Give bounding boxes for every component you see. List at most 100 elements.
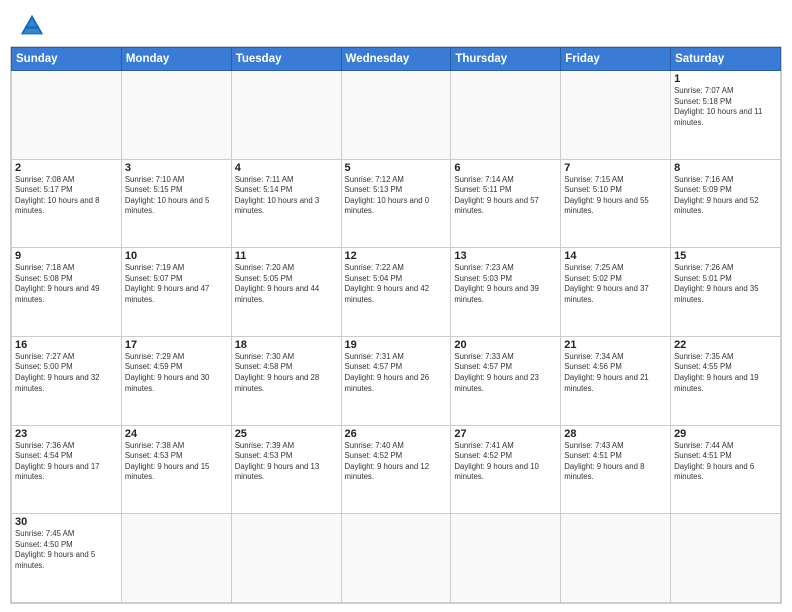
calendar-cell: 18Sunrise: 7:30 AM Sunset: 4:58 PM Dayli… [231,336,341,425]
day-info: Sunrise: 7:41 AM Sunset: 4:52 PM Dayligh… [454,441,557,483]
day-info: Sunrise: 7:10 AM Sunset: 5:15 PM Dayligh… [125,175,228,217]
calendar-cell [231,514,341,603]
day-number: 6 [454,162,557,174]
calendar-cell [12,71,122,160]
day-number: 28 [564,428,667,440]
calendar-cell: 11Sunrise: 7:20 AM Sunset: 5:05 PM Dayli… [231,248,341,337]
day-info: Sunrise: 7:11 AM Sunset: 5:14 PM Dayligh… [235,175,338,217]
day-number: 22 [674,339,777,351]
day-info: Sunrise: 7:12 AM Sunset: 5:13 PM Dayligh… [345,175,448,217]
day-number: 25 [235,428,338,440]
day-info: Sunrise: 7:29 AM Sunset: 4:59 PM Dayligh… [125,352,228,394]
day-number: 20 [454,339,557,351]
day-number: 24 [125,428,228,440]
day-info: Sunrise: 7:30 AM Sunset: 4:58 PM Dayligh… [235,352,338,394]
calendar-cell [231,71,341,160]
calendar-cell: 16Sunrise: 7:27 AM Sunset: 5:00 PM Dayli… [12,336,122,425]
day-number: 29 [674,428,777,440]
day-info: Sunrise: 7:43 AM Sunset: 4:51 PM Dayligh… [564,441,667,483]
day-number: 19 [345,339,448,351]
day-info: Sunrise: 7:45 AM Sunset: 4:50 PM Dayligh… [15,529,118,571]
day-number: 16 [15,339,118,351]
calendar-cell [561,514,671,603]
calendar-cell [121,71,231,160]
col-sunday: Sunday [12,48,122,71]
day-number: 3 [125,162,228,174]
col-tuesday: Tuesday [231,48,341,71]
day-info: Sunrise: 7:40 AM Sunset: 4:52 PM Dayligh… [345,441,448,483]
calendar-cell [561,71,671,160]
day-number: 17 [125,339,228,351]
day-number: 1 [674,73,777,85]
calendar-cell [451,71,561,160]
calendar-cell: 21Sunrise: 7:34 AM Sunset: 4:56 PM Dayli… [561,336,671,425]
week-row: 16Sunrise: 7:27 AM Sunset: 5:00 PM Dayli… [12,336,781,425]
col-thursday: Thursday [451,48,561,71]
day-number: 30 [15,516,118,528]
calendar-cell: 6Sunrise: 7:14 AM Sunset: 5:11 PM Daylig… [451,159,561,248]
calendar-cell: 15Sunrise: 7:26 AM Sunset: 5:01 PM Dayli… [671,248,781,337]
day-info: Sunrise: 7:26 AM Sunset: 5:01 PM Dayligh… [674,263,777,305]
calendar-cell: 26Sunrise: 7:40 AM Sunset: 4:52 PM Dayli… [341,425,451,514]
calendar-cell [341,71,451,160]
day-number: 14 [564,250,667,262]
day-info: Sunrise: 7:20 AM Sunset: 5:05 PM Dayligh… [235,263,338,305]
day-number: 9 [15,250,118,262]
col-wednesday: Wednesday [341,48,451,71]
day-info: Sunrise: 7:38 AM Sunset: 4:53 PM Dayligh… [125,441,228,483]
day-info: Sunrise: 7:22 AM Sunset: 5:04 PM Dayligh… [345,263,448,305]
day-info: Sunrise: 7:31 AM Sunset: 4:57 PM Dayligh… [345,352,448,394]
logo-icon [18,12,46,40]
calendar-cell: 28Sunrise: 7:43 AM Sunset: 4:51 PM Dayli… [561,425,671,514]
calendar-cell: 14Sunrise: 7:25 AM Sunset: 5:02 PM Dayli… [561,248,671,337]
day-info: Sunrise: 7:34 AM Sunset: 4:56 PM Dayligh… [564,352,667,394]
day-number: 21 [564,339,667,351]
week-row: 1Sunrise: 7:07 AM Sunset: 5:18 PM Daylig… [12,71,781,160]
day-info: Sunrise: 7:23 AM Sunset: 5:03 PM Dayligh… [454,263,557,305]
calendar: Sunday Monday Tuesday Wednesday Thursday… [10,46,782,604]
day-number: 26 [345,428,448,440]
day-info: Sunrise: 7:14 AM Sunset: 5:11 PM Dayligh… [454,175,557,217]
calendar-cell: 19Sunrise: 7:31 AM Sunset: 4:57 PM Dayli… [341,336,451,425]
calendar-cell: 23Sunrise: 7:36 AM Sunset: 4:54 PM Dayli… [12,425,122,514]
calendar-cell: 8Sunrise: 7:16 AM Sunset: 5:09 PM Daylig… [671,159,781,248]
day-number: 12 [345,250,448,262]
day-info: Sunrise: 7:44 AM Sunset: 4:51 PM Dayligh… [674,441,777,483]
day-number: 15 [674,250,777,262]
day-info: Sunrise: 7:08 AM Sunset: 5:17 PM Dayligh… [15,175,118,217]
col-friday: Friday [561,48,671,71]
calendar-cell: 5Sunrise: 7:12 AM Sunset: 5:13 PM Daylig… [341,159,451,248]
calendar-cell: 22Sunrise: 7:35 AM Sunset: 4:55 PM Dayli… [671,336,781,425]
calendar-cell: 1Sunrise: 7:07 AM Sunset: 5:18 PM Daylig… [671,71,781,160]
calendar-cell [341,514,451,603]
week-row: 30Sunrise: 7:45 AM Sunset: 4:50 PM Dayli… [12,514,781,603]
calendar-cell: 24Sunrise: 7:38 AM Sunset: 4:53 PM Dayli… [121,425,231,514]
calendar-cell: 25Sunrise: 7:39 AM Sunset: 4:53 PM Dayli… [231,425,341,514]
day-number: 23 [15,428,118,440]
day-info: Sunrise: 7:25 AM Sunset: 5:02 PM Dayligh… [564,263,667,305]
day-info: Sunrise: 7:18 AM Sunset: 5:08 PM Dayligh… [15,263,118,305]
day-info: Sunrise: 7:39 AM Sunset: 4:53 PM Dayligh… [235,441,338,483]
day-number: 2 [15,162,118,174]
day-info: Sunrise: 7:35 AM Sunset: 4:55 PM Dayligh… [674,352,777,394]
calendar-cell: 29Sunrise: 7:44 AM Sunset: 4:51 PM Dayli… [671,425,781,514]
calendar-cell: 27Sunrise: 7:41 AM Sunset: 4:52 PM Dayli… [451,425,561,514]
calendar-cell: 2Sunrise: 7:08 AM Sunset: 5:17 PM Daylig… [12,159,122,248]
calendar-cell: 20Sunrise: 7:33 AM Sunset: 4:57 PM Dayli… [451,336,561,425]
day-info: Sunrise: 7:15 AM Sunset: 5:10 PM Dayligh… [564,175,667,217]
day-number: 8 [674,162,777,174]
day-info: Sunrise: 7:36 AM Sunset: 4:54 PM Dayligh… [15,441,118,483]
calendar-cell: 13Sunrise: 7:23 AM Sunset: 5:03 PM Dayli… [451,248,561,337]
calendar-cell: 10Sunrise: 7:19 AM Sunset: 5:07 PM Dayli… [121,248,231,337]
day-number: 27 [454,428,557,440]
week-row: 2Sunrise: 7:08 AM Sunset: 5:17 PM Daylig… [12,159,781,248]
calendar-cell: 4Sunrise: 7:11 AM Sunset: 5:14 PM Daylig… [231,159,341,248]
calendar-cell: 9Sunrise: 7:18 AM Sunset: 5:08 PM Daylig… [12,248,122,337]
logo [18,12,50,40]
day-info: Sunrise: 7:07 AM Sunset: 5:18 PM Dayligh… [674,86,777,128]
day-info: Sunrise: 7:27 AM Sunset: 5:00 PM Dayligh… [15,352,118,394]
header-row: Sunday Monday Tuesday Wednesday Thursday… [12,48,781,71]
calendar-cell: 7Sunrise: 7:15 AM Sunset: 5:10 PM Daylig… [561,159,671,248]
calendar-cell: 17Sunrise: 7:29 AM Sunset: 4:59 PM Dayli… [121,336,231,425]
day-info: Sunrise: 7:33 AM Sunset: 4:57 PM Dayligh… [454,352,557,394]
